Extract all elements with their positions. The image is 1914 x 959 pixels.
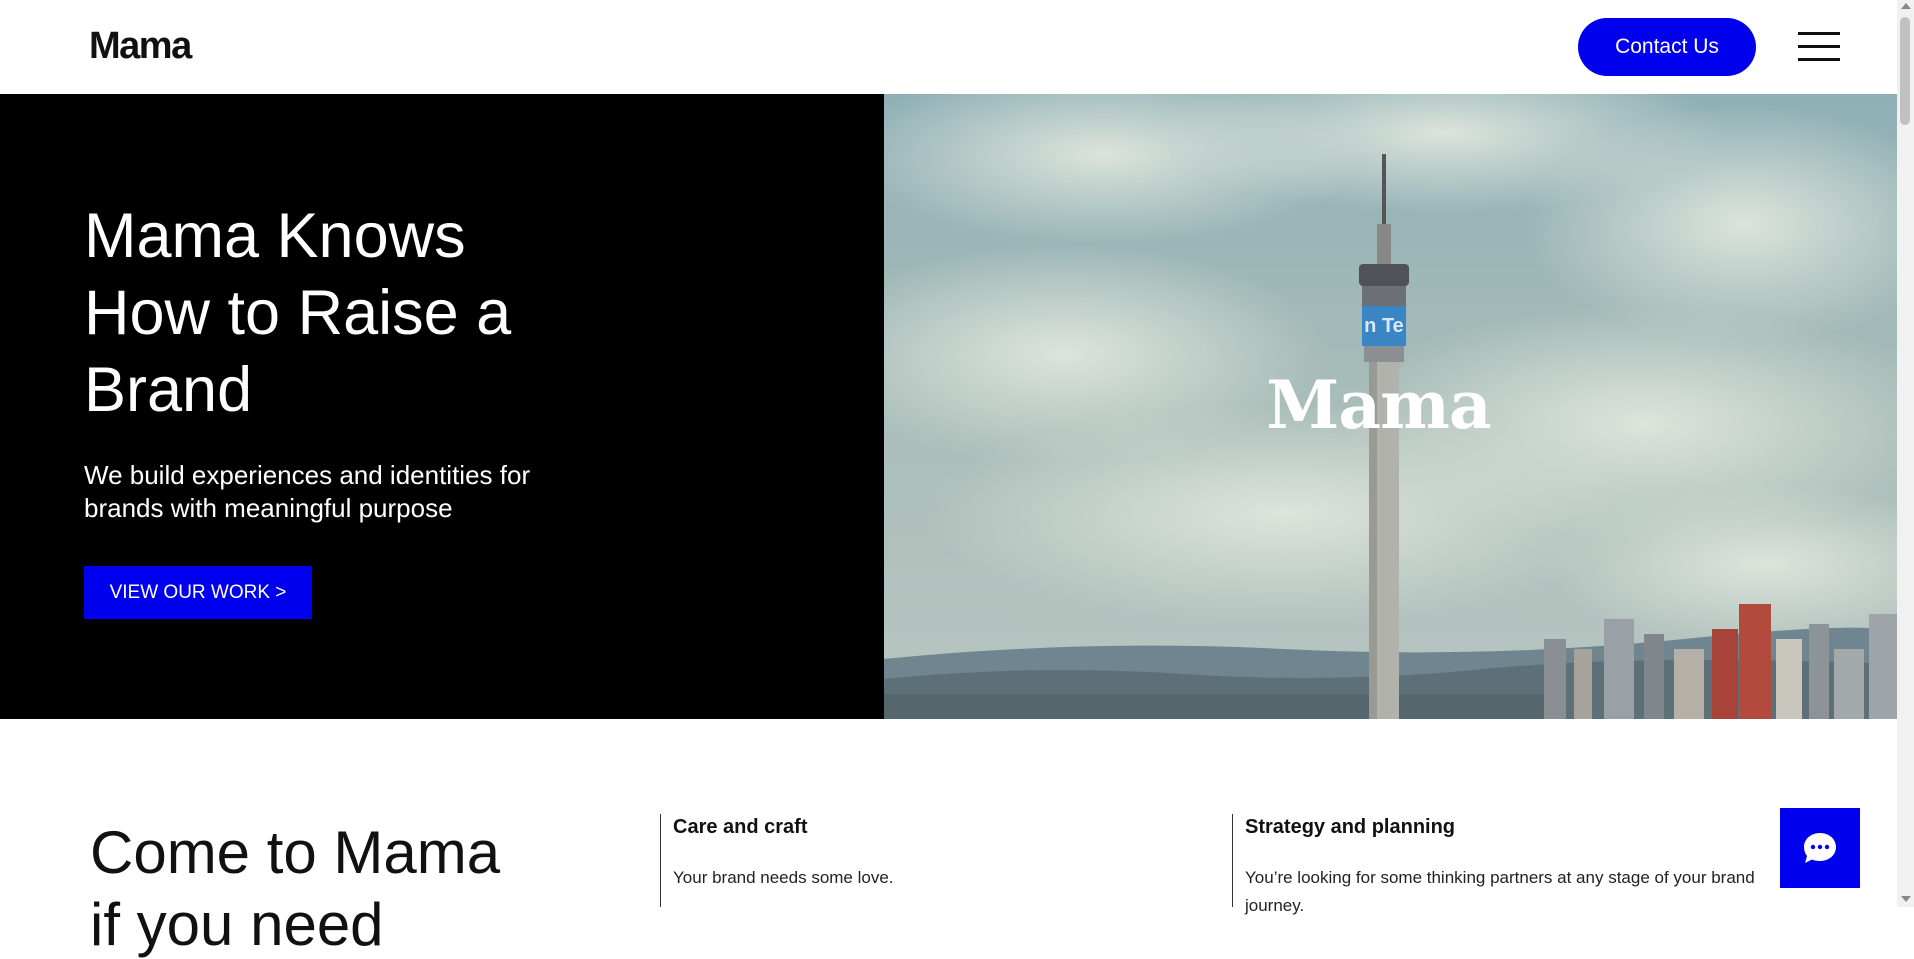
scroll-up-arrow-icon[interactable]: [1901, 3, 1911, 9]
svg-text:n Te: n Te: [1364, 315, 1404, 337]
feature-column-care: Care and craft Your brand needs some lov…: [660, 814, 1213, 907]
feature-column-strategy: Strategy and planning You’re looking for…: [1232, 814, 1805, 915]
feature-heading: Care and craft: [673, 816, 808, 838]
page-scrollbar[interactable]: [1897, 0, 1914, 907]
hamburger-menu-icon[interactable]: [1798, 30, 1842, 64]
hero-panel: Mama Knows How to Raise a Brand We build…: [0, 94, 884, 719]
feature-heading: Strategy and planning: [1245, 816, 1456, 838]
section-title: Come to Mama: [90, 819, 501, 886]
scroll-thumb[interactable]: [1900, 17, 1910, 125]
hero-subtitle: We build experiences and identities for …: [84, 460, 531, 523]
section-title-line2: if you need: [90, 891, 384, 958]
video-logo: Mama: [1266, 366, 1491, 444]
site-logo[interactable]: Mama: [89, 25, 192, 68]
scroll-down-arrow-icon[interactable]: [1901, 896, 1911, 902]
feature-text: Your brand needs some love.: [673, 868, 894, 887]
hero-title: Mama Knows How to Raise a Brand: [84, 201, 512, 425]
feature-text: You’re looking for some thinking partner…: [1245, 868, 1755, 915]
view-our-work-button[interactable]: VIEW OUR WORK >: [84, 566, 312, 619]
chat-button[interactable]: [1780, 808, 1860, 888]
hero-video[interactable]: n Te Mama: [884, 94, 1897, 719]
chat-bubble-icon: [1804, 833, 1836, 863]
contact-us-button[interactable]: Contact Us: [1578, 18, 1756, 76]
site-header: Mama Contact Us: [0, 0, 1897, 94]
